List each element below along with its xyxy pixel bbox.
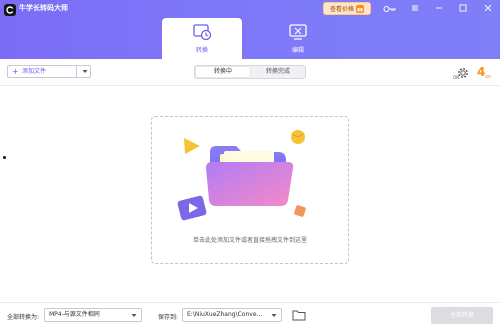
cursor-dot — [3, 156, 6, 159]
chevron-down-icon — [270, 310, 278, 320]
app-logo-icon — [4, 4, 16, 16]
folder-media-illustration — [172, 124, 322, 224]
tab-converted[interactable]: 转换完成 — [251, 67, 305, 77]
edit-icon — [288, 22, 308, 42]
minimize-icon[interactable] — [434, 3, 444, 13]
chevron-down-icon — [130, 310, 138, 320]
close-icon[interactable] — [483, 3, 493, 13]
menu-icon[interactable] — [410, 3, 420, 13]
convert-all-button[interactable]: 全部转换 — [431, 307, 493, 324]
app-title: 牛学长转码大师 — [19, 4, 68, 12]
gift-icon — [356, 4, 364, 13]
tab-edit-label: 编辑 — [291, 47, 304, 54]
tab-convert[interactable]: 转换 — [162, 18, 242, 59]
add-files-button[interactable]: + 添加文件 — [7, 65, 91, 78]
status-segmented-control: 转换中 转换完成 — [194, 65, 306, 79]
convert-all-to-label: 全部转换为: — [7, 314, 40, 321]
output-format-value: MP4-与源文件相同 — [49, 311, 100, 318]
price-label: 查看价格 — [329, 6, 354, 13]
tab-convert-label: 转换 — [195, 47, 208, 54]
drop-hint-text: 单击此处添加文件或者直接拖拽文件到这里 — [192, 237, 307, 244]
4x-speed-icon[interactable]: 4 on — [476, 64, 493, 80]
convert-icon — [192, 22, 212, 42]
save-path-value: E:\NiuXueZhang\Conve... — [187, 311, 263, 318]
key-icon[interactable] — [383, 5, 397, 13]
add-files-label: 添加文件 — [22, 68, 47, 75]
maximize-icon[interactable] — [458, 3, 468, 13]
title-bar — [0, 0, 500, 59]
gpu-on-badge: ON — [453, 75, 460, 80]
svg-text:on: on — [485, 74, 491, 80]
tab-edit[interactable]: 编辑 — [258, 18, 338, 59]
button-divider — [76, 66, 77, 77]
view-price-button[interactable]: 查看价格 — [323, 2, 371, 15]
chevron-down-icon[interactable] — [81, 66, 89, 77]
plus-icon: + — [12, 67, 19, 76]
folder-icon[interactable] — [292, 309, 306, 321]
toolbar-divider — [0, 85, 500, 86]
save-to-label: 保存到: — [158, 314, 179, 321]
output-format-select[interactable]: MP4-与源文件相同 — [44, 308, 142, 322]
save-path-select[interactable]: E:\NiuXueZhang\Conve... — [182, 308, 282, 322]
tab-converting[interactable]: 转换中 — [196, 67, 250, 77]
